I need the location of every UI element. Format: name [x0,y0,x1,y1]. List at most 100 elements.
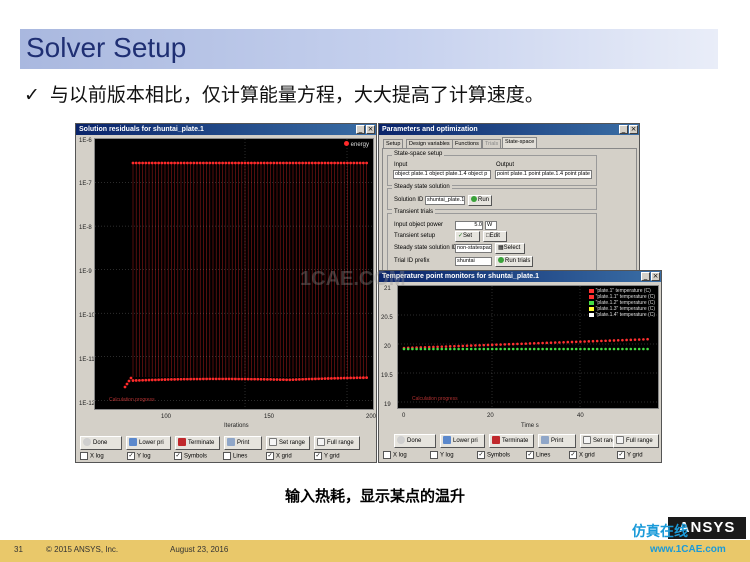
temperature-point-red [499,343,502,346]
residual-point [355,161,359,165]
temperature-plot-note: Calculation progress [412,396,458,402]
residual-point [314,161,317,165]
input-power-label: Input object power [394,222,444,228]
run-icon [471,196,477,203]
temperature-point-green [524,347,528,351]
lower-priority-button[interactable]: Lower pri [126,436,171,450]
tab-design-variables[interactable]: Design variables [406,139,453,148]
lines-checkbox[interactable]: ✓ Lines [526,451,550,459]
symbols-checkbox[interactable]: ✓ Symbols [174,452,207,460]
run-button[interactable]: Run [468,195,492,206]
residual-point [170,161,173,165]
residual-point [160,378,164,382]
done-button-label: Done [407,438,422,444]
print-button[interactable]: Print [538,434,576,448]
residual-point [362,376,365,380]
print-button[interactable]: Print [224,436,262,450]
residual-point [323,377,327,380]
residual-point [330,376,333,380]
full-range-button[interactable]: Full range [613,434,659,448]
power-unit-select[interactable]: W [485,221,497,230]
residual-point [211,377,215,381]
symbols-checkbox[interactable]: ✓ Symbols [477,451,510,459]
y-grid-checkbox[interactable]: ✓ Y grid [617,451,643,459]
residual-point [205,377,208,381]
close-button[interactable]: × [651,272,660,281]
done-icon [83,438,91,447]
minimize-button[interactable]: _ [356,125,365,134]
residual-point [336,161,340,165]
residuals-legend-label: energy [350,142,369,148]
done-button[interactable]: Done [394,434,436,448]
input-power-field[interactable]: 5.0 [455,221,483,230]
set-range-button[interactable]: Set range [266,436,310,450]
residual-point [243,161,247,165]
input-select-value: object plate.1 object plate.1.4 object p [395,171,488,177]
temperature-point-red [448,345,452,348]
checkbox-label: X log [393,452,407,459]
close-button[interactable]: × [366,125,375,134]
temperature-point-red [465,344,469,348]
temperature-point-green [604,347,607,351]
residual-point [170,378,173,381]
steady-state-id-field[interactable]: non-statespace [455,244,492,253]
residual-point [182,161,186,165]
tab-state-space[interactable]: State-space [502,137,538,148]
select-button[interactable]: ▦Select [495,243,525,254]
lines-checkbox[interactable]: Lines [223,452,247,460]
checkbox-box [80,452,88,460]
residual-point [208,161,212,165]
group-title: State-space setup [392,151,445,157]
checkbox-label: Y grid [324,453,340,460]
residual-point [250,161,253,165]
x-grid-checkbox[interactable]: ✓ X grid [569,451,595,459]
steady-state-id-value: non-statespace [457,245,492,251]
set-button[interactable]: ✓Set [455,231,480,242]
y-log-checkbox[interactable]: Y log [430,451,454,459]
done-button[interactable]: Done [80,436,122,450]
trial-prefix-label: Trial ID prefix [394,258,430,264]
temperature-point-green [579,347,582,351]
tab-functions[interactable]: Functions [452,139,482,148]
terminate-button[interactable]: Terminate [489,434,534,448]
minimize-button[interactable]: _ [619,125,628,134]
run-trials-button[interactable]: Run trials [495,256,533,267]
terminate-button[interactable]: Terminate [175,436,220,450]
full-range-button[interactable]: Full range [314,436,360,450]
temperature-plot[interactable]: "plate.1" temperature (C) "plate.1.1" tem… [397,285,659,409]
temperature-point-red [549,341,553,345]
output-select[interactable]: point plate.1 point plate.1.4 point plat… [495,170,592,179]
watermark: 1CAE.COM [300,268,406,290]
tab-setup[interactable]: Setup [383,139,404,148]
minimize-button[interactable]: _ [641,272,650,281]
x-log-checkbox[interactable]: X log [80,452,104,460]
residual-point [243,377,247,381]
residual-point [246,161,250,165]
residual-point [285,161,288,165]
residual-point [266,377,269,381]
input-select[interactable]: object plate.1 object plate.1.4 object p [393,170,491,179]
residual-point [326,161,330,165]
edit-button[interactable]: □Edit [483,231,507,242]
tab-trials[interactable]: Trials [482,139,502,148]
residuals-plot-note: Calculation progress [109,397,155,403]
y-grid-checkbox[interactable]: ✓ Y grid [314,452,340,460]
temperature-point-green [419,347,423,351]
residual-point [266,161,269,165]
trial-prefix-field[interactable]: shuntai [455,257,492,266]
checkbox-label: Symbols [184,453,208,460]
x-grid-checkbox[interactable]: ✓ X grid [266,452,292,460]
residual-point [346,376,349,380]
temperature-point-red [621,338,624,342]
steady-state-id-label: Steady state solution ID [394,245,458,251]
y-log-checkbox[interactable]: ✓ Y log [127,452,151,460]
lower-priority-button[interactable]: Lower pri [440,434,485,448]
temperature-point-red [591,339,595,343]
x-axis-label: Time s [521,423,539,429]
y-tick: 1E-7 [79,181,92,187]
solution-id-field[interactable]: shuntai_plate.1 [425,196,465,205]
close-button[interactable]: × [629,125,638,134]
x-log-checkbox[interactable]: X log [383,451,407,459]
residual-point [278,378,282,381]
residual-point [141,378,144,382]
